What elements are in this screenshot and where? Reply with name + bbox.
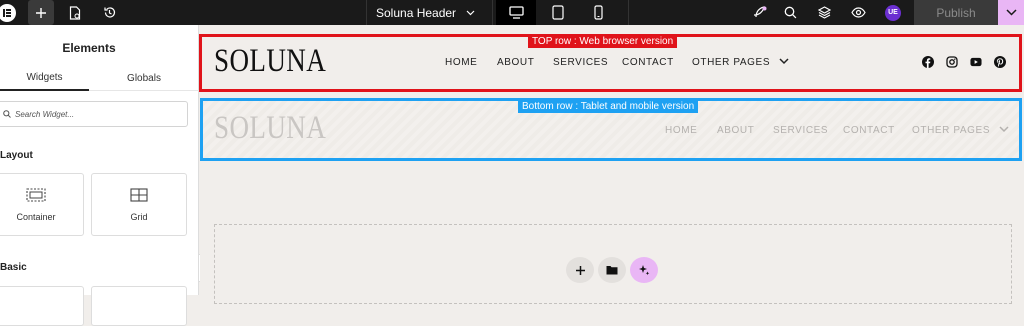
row-tag-bottom: Bottom row : Tablet and mobile version bbox=[518, 100, 699, 113]
mobile-view-button[interactable] bbox=[578, 0, 618, 25]
site-logo-mobile[interactable]: SOLUNA bbox=[214, 110, 326, 147]
document-title: Soluna Header bbox=[376, 5, 457, 20]
nav-item-about[interactable]: ABOUT bbox=[497, 57, 534, 68]
nav-item-services[interactable]: SERVICES bbox=[773, 125, 828, 136]
mobile-icon bbox=[593, 5, 603, 20]
youtube-link[interactable] bbox=[970, 56, 982, 68]
nav-item-label: OTHER PAGES bbox=[692, 57, 771, 68]
publish-options-button[interactable] bbox=[998, 0, 1024, 25]
chevron-down-icon bbox=[778, 58, 789, 65]
plus-icon bbox=[575, 265, 585, 275]
widget-card[interactable] bbox=[0, 286, 84, 326]
panel-title: Elements bbox=[62, 41, 116, 55]
site-logo[interactable]: SOLUNA bbox=[214, 43, 326, 80]
user-account-button[interactable]: UE bbox=[881, 0, 905, 25]
section-title-layout: Layout bbox=[0, 150, 33, 161]
widget-label: Container bbox=[16, 211, 56, 222]
history-button[interactable] bbox=[98, 0, 120, 25]
widget-label: Grid bbox=[130, 211, 148, 222]
avatar: UE bbox=[885, 4, 901, 21]
nav-item-home[interactable]: HOME bbox=[665, 125, 697, 136]
desktop-icon bbox=[508, 6, 524, 19]
tablet-view-button[interactable] bbox=[538, 0, 578, 25]
folder-icon bbox=[606, 266, 618, 275]
facebook-link[interactable] bbox=[922, 56, 934, 68]
nav-item-label: OTHER PAGES bbox=[912, 125, 991, 136]
row-tag-top: TOP row : Web browser version bbox=[528, 35, 678, 48]
add-element-button[interactable] bbox=[28, 0, 54, 25]
pinterest-icon bbox=[994, 56, 1006, 68]
section-title-basic: Basic bbox=[0, 262, 27, 273]
tablet-icon bbox=[552, 5, 564, 20]
elements-panel: Elements Widgets Globals Search Widget..… bbox=[0, 25, 199, 326]
chevron-down-icon bbox=[466, 10, 475, 15]
instagram-link[interactable] bbox=[946, 56, 958, 68]
youtube-icon bbox=[970, 57, 982, 67]
sparkle-icon bbox=[639, 265, 650, 276]
search-icon bbox=[3, 110, 11, 118]
tab-widgets[interactable]: Widgets bbox=[0, 65, 89, 91]
notifications-button[interactable] bbox=[748, 0, 772, 25]
instagram-icon bbox=[946, 56, 958, 68]
search-placeholder: Search Widget... bbox=[15, 109, 75, 119]
chevron-down-icon bbox=[998, 126, 1009, 133]
container-icon bbox=[26, 187, 46, 202]
topbar-divider bbox=[492, 0, 493, 25]
panel-tabs: Widgets Globals bbox=[0, 65, 199, 91]
search-widget-input[interactable]: Search Widget... bbox=[0, 101, 188, 127]
add-template-button[interactable] bbox=[598, 257, 626, 283]
desktop-view-button[interactable] bbox=[496, 0, 536, 25]
document-title-dropdown[interactable]: Soluna Header bbox=[376, 0, 486, 25]
elementor-logo-button[interactable] bbox=[0, 0, 20, 25]
add-section-button[interactable] bbox=[566, 257, 594, 283]
facebook-icon bbox=[922, 56, 934, 68]
page-settings-button[interactable] bbox=[64, 0, 86, 25]
editor-topbar: Soluna Header UE Publish bbox=[0, 0, 1024, 25]
ai-generate-button[interactable] bbox=[630, 257, 658, 283]
topbar-divider bbox=[366, 0, 367, 25]
widget-card[interactable] bbox=[91, 286, 187, 326]
layers-icon bbox=[817, 6, 831, 19]
elementor-logo-icon bbox=[0, 3, 16, 22]
chevron-down-icon bbox=[1005, 9, 1017, 16]
nav-item-other-pages[interactable]: OTHER PAGES bbox=[912, 125, 1009, 136]
nav-item-contact[interactable]: CONTACT bbox=[622, 57, 674, 68]
page-settings-icon bbox=[69, 5, 81, 20]
tab-globals[interactable]: Globals bbox=[89, 65, 199, 91]
finder-button[interactable] bbox=[778, 0, 802, 25]
grid-icon bbox=[130, 187, 148, 202]
eye-icon bbox=[850, 7, 866, 18]
history-icon bbox=[103, 7, 115, 18]
nav-item-home[interactable]: HOME bbox=[445, 57, 477, 68]
nav-item-other-pages[interactable]: OTHER PAGES bbox=[692, 57, 789, 68]
search-icon bbox=[784, 6, 796, 19]
widget-grid[interactable]: Grid bbox=[91, 173, 187, 236]
publish-button[interactable]: Publish bbox=[914, 0, 998, 25]
nav-item-contact[interactable]: CONTACT bbox=[843, 125, 895, 136]
nav-item-services[interactable]: SERVICES bbox=[553, 57, 608, 68]
topbar-divider bbox=[628, 0, 629, 25]
preview-button[interactable] bbox=[846, 0, 870, 25]
structure-button[interactable] bbox=[812, 0, 836, 25]
rocket-icon bbox=[753, 5, 767, 17]
widget-container[interactable]: Container bbox=[0, 173, 84, 236]
nav-item-about[interactable]: ABOUT bbox=[717, 125, 754, 136]
plus-icon bbox=[36, 7, 46, 18]
pinterest-link[interactable] bbox=[994, 56, 1006, 68]
